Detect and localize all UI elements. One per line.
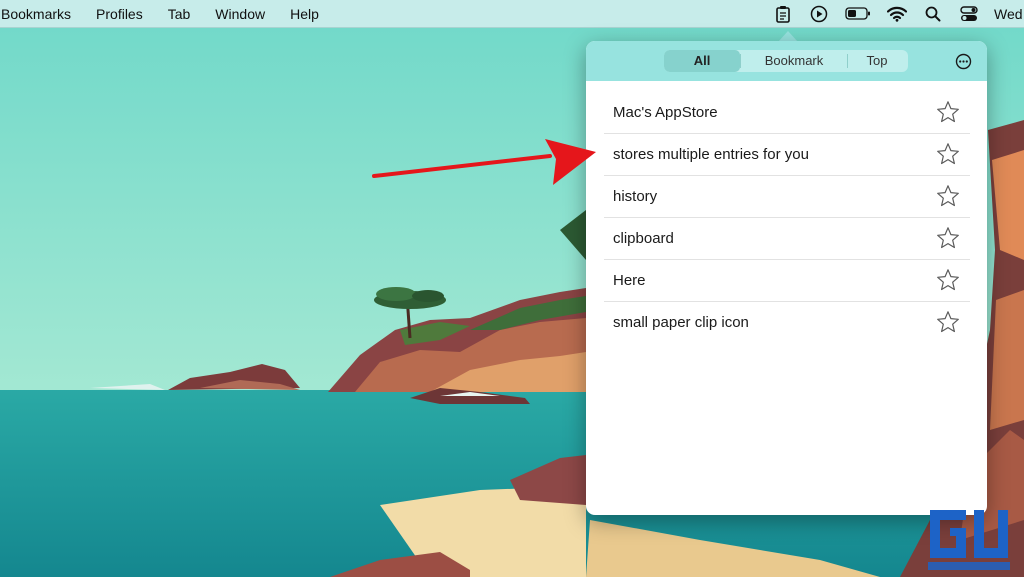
search-icon[interactable] (922, 3, 944, 25)
menu-tab[interactable]: Tab (168, 6, 191, 22)
red-arrow-annotation (372, 139, 596, 185)
entry-text: clipboard (613, 230, 674, 247)
menu-clock[interactable]: Wed (994, 6, 1024, 22)
filter-segmented-control: All Bookmark Top (664, 50, 908, 72)
entry-text: Here (613, 272, 646, 289)
star-icon[interactable] (936, 142, 960, 166)
star-icon[interactable] (936, 310, 960, 334)
tab-top[interactable]: Top (848, 50, 906, 72)
entry-text: stores multiple entries for you (613, 146, 809, 163)
list-item[interactable]: clipboard (604, 218, 970, 260)
gadgets-to-use-logo (928, 510, 1010, 570)
list-item[interactable]: history (604, 176, 970, 218)
clipboard-popup: All Bookmark Top Mac's AppStore stores m… (586, 41, 987, 515)
list-item[interactable]: Mac's AppStore (604, 92, 970, 134)
menu-help[interactable]: Help (290, 6, 319, 22)
play-icon[interactable] (808, 3, 830, 25)
entry-text: Mac's AppStore (613, 104, 718, 121)
menu-window[interactable]: Window (215, 6, 265, 22)
star-icon[interactable] (936, 226, 960, 250)
control-center-icon[interactable] (958, 3, 980, 25)
list-item[interactable]: Here (604, 260, 970, 302)
popup-header: All Bookmark Top (586, 41, 987, 81)
menu-bookmarks[interactable]: Bookmarks (1, 6, 71, 22)
entry-text: small paper clip icon (613, 314, 749, 331)
star-icon[interactable] (936, 100, 960, 124)
list-item[interactable]: small paper clip icon (604, 302, 970, 343)
wifi-icon[interactable] (886, 3, 908, 25)
clipboard-icon[interactable] (772, 3, 794, 25)
battery-icon[interactable] (844, 3, 872, 25)
menu-profiles[interactable]: Profiles (96, 6, 143, 22)
tab-all[interactable]: All (664, 50, 740, 72)
clipboard-entry-list: Mac's AppStore stores multiple entries f… (604, 92, 970, 343)
star-icon[interactable] (936, 268, 960, 292)
star-icon[interactable] (936, 184, 960, 208)
entry-text: history (613, 188, 658, 205)
menu-bar-right: Wed (758, 0, 1024, 27)
menu-bar: Bookmarks Profiles Tab Window Help Wed (0, 0, 1024, 28)
tab-bookmark[interactable]: Bookmark (741, 50, 847, 72)
ellipsis-circle-icon[interactable] (955, 53, 972, 70)
list-item[interactable]: stores multiple entries for you (604, 134, 970, 176)
menu-bar-left: Bookmarks Profiles Tab Window Help (0, 6, 344, 22)
